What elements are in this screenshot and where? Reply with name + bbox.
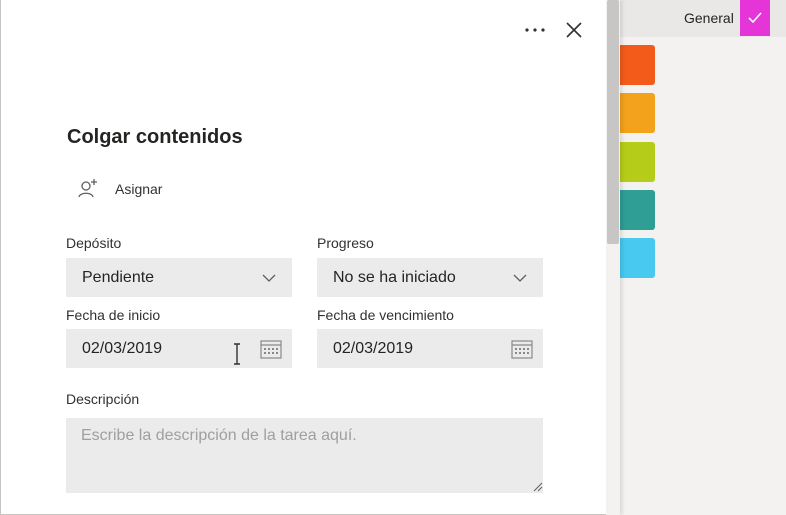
close-button[interactable] [561,16,587,44]
color-swatch[interactable] [619,45,655,85]
general-label[interactable]: General [684,10,734,26]
progress-dropdown[interactable]: No se ha iniciado [317,258,543,297]
start-date-label: Fecha de inicio [66,307,161,323]
chevron-down-icon [513,258,527,297]
bucket-dropdown[interactable]: Pendiente [66,258,292,297]
due-date-field[interactable]: 02/03/2019 [317,329,543,368]
color-swatch[interactable] [619,238,655,278]
due-date-label: Fecha de vencimiento [317,307,454,323]
description-field[interactable] [66,418,543,493]
color-swatch[interactable] [619,190,655,230]
close-icon [566,22,582,38]
progress-label: Progreso [317,235,374,251]
chevron-down-icon [262,258,276,297]
color-swatch[interactable] [619,93,655,133]
assign-button[interactable]: Asignar [77,176,162,202]
add-person-icon [78,179,97,198]
more-icon [525,28,545,32]
description-label: Descripción [66,391,140,407]
calendar-icon[interactable] [511,329,533,368]
color-swatch[interactable] [619,142,655,182]
task-title[interactable]: Colgar contenidos [67,126,243,149]
bucket-value: Pendiente [82,268,155,286]
start-date-value: 02/03/2019 [82,339,163,357]
due-date-value: 02/03/2019 [333,339,414,357]
planner-view: General Colgar contenidos Asignar Depósi… [0,0,786,515]
assign-label: Asignar [115,181,163,197]
resize-grip-icon[interactable] [531,480,543,492]
bucket-label: Depósito [66,235,122,251]
text-cursor-icon [234,343,240,365]
more-options-button[interactable] [519,18,551,42]
calendar-icon[interactable] [260,329,282,368]
task-details-panel: Colgar contenidos Asignar Depósito Pendi… [0,0,620,515]
progress-value: No se ha iniciado [333,268,456,286]
scrollbar-thumb[interactable] [607,0,619,244]
start-date-field[interactable]: 02/03/2019 [66,329,292,368]
checkmark-icon[interactable] [740,0,770,36]
